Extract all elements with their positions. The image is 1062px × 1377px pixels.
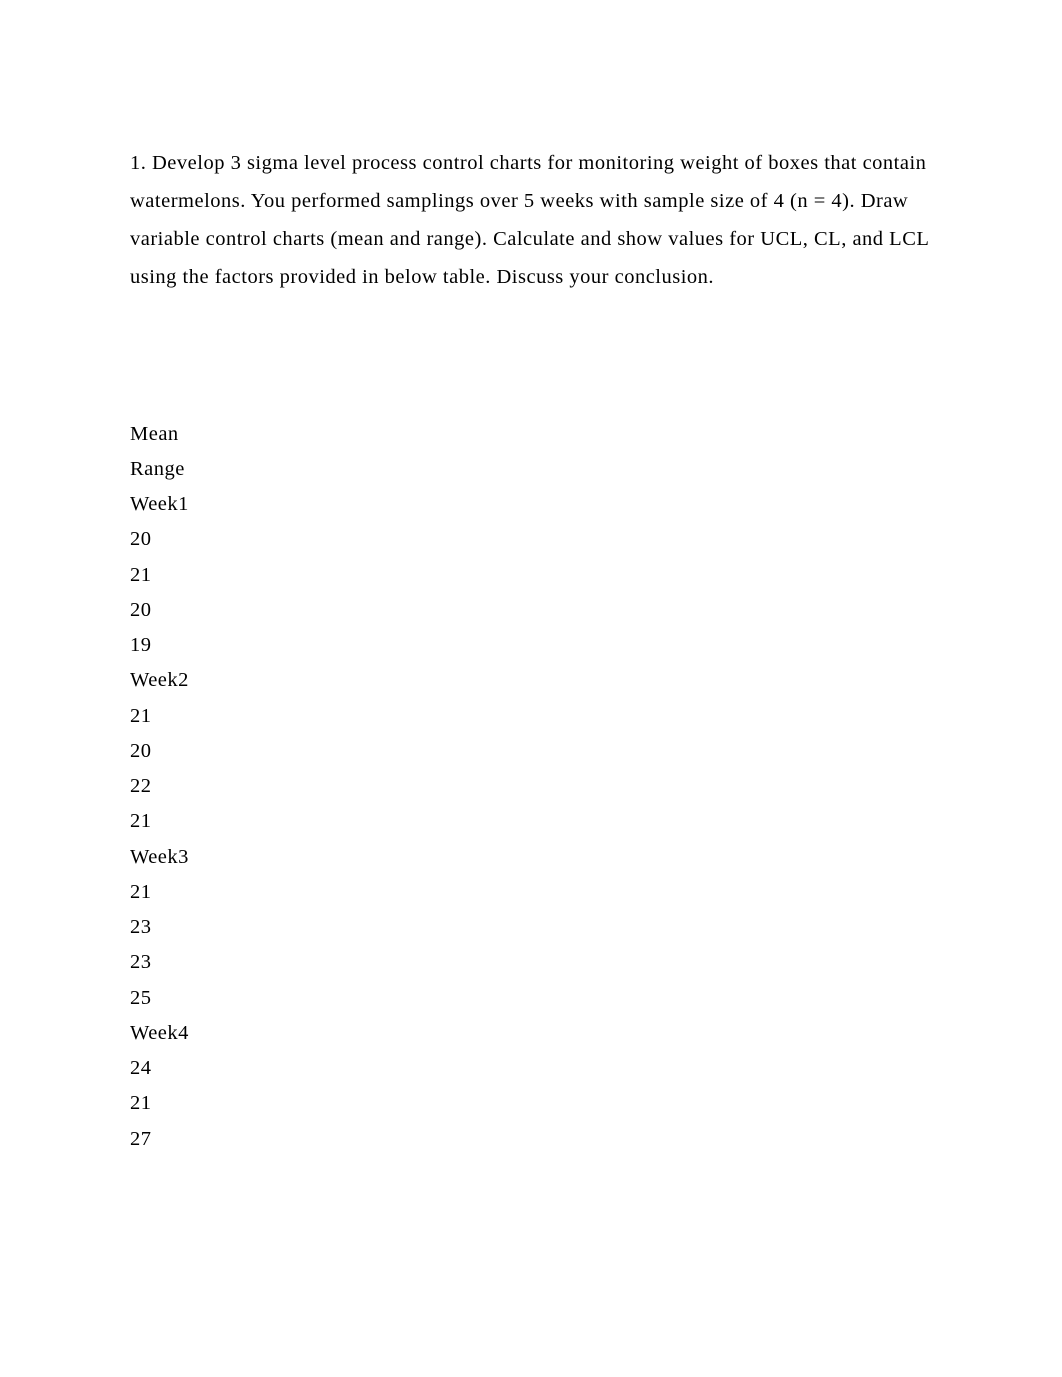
data-header-mean: Mean	[130, 417, 932, 452]
data-value: 20	[130, 734, 932, 769]
data-value: 20	[130, 522, 932, 557]
data-value: 22	[130, 769, 932, 804]
data-header-range: Range	[130, 452, 932, 487]
week-label: Week1	[130, 487, 932, 522]
data-list: Mean Range Week1 20 21 20 19 Week2 21 20…	[130, 417, 932, 1157]
data-value: 21	[130, 804, 932, 839]
data-value: 21	[130, 699, 932, 734]
data-value: 23	[130, 910, 932, 945]
document-page: 1. Develop 3 sigma level process control…	[0, 0, 1062, 1157]
data-value: 27	[130, 1122, 932, 1157]
data-value: 21	[130, 875, 932, 910]
question-paragraph: 1. Develop 3 sigma level process control…	[130, 145, 932, 297]
data-value: 21	[130, 558, 932, 593]
data-value: 25	[130, 981, 932, 1016]
week-label: Week4	[130, 1016, 932, 1051]
data-value: 19	[130, 628, 932, 663]
data-value: 24	[130, 1051, 932, 1086]
data-value: 20	[130, 593, 932, 628]
week-label: Week3	[130, 840, 932, 875]
data-value: 21	[130, 1086, 932, 1121]
data-value: 23	[130, 945, 932, 980]
week-label: Week2	[130, 663, 932, 698]
